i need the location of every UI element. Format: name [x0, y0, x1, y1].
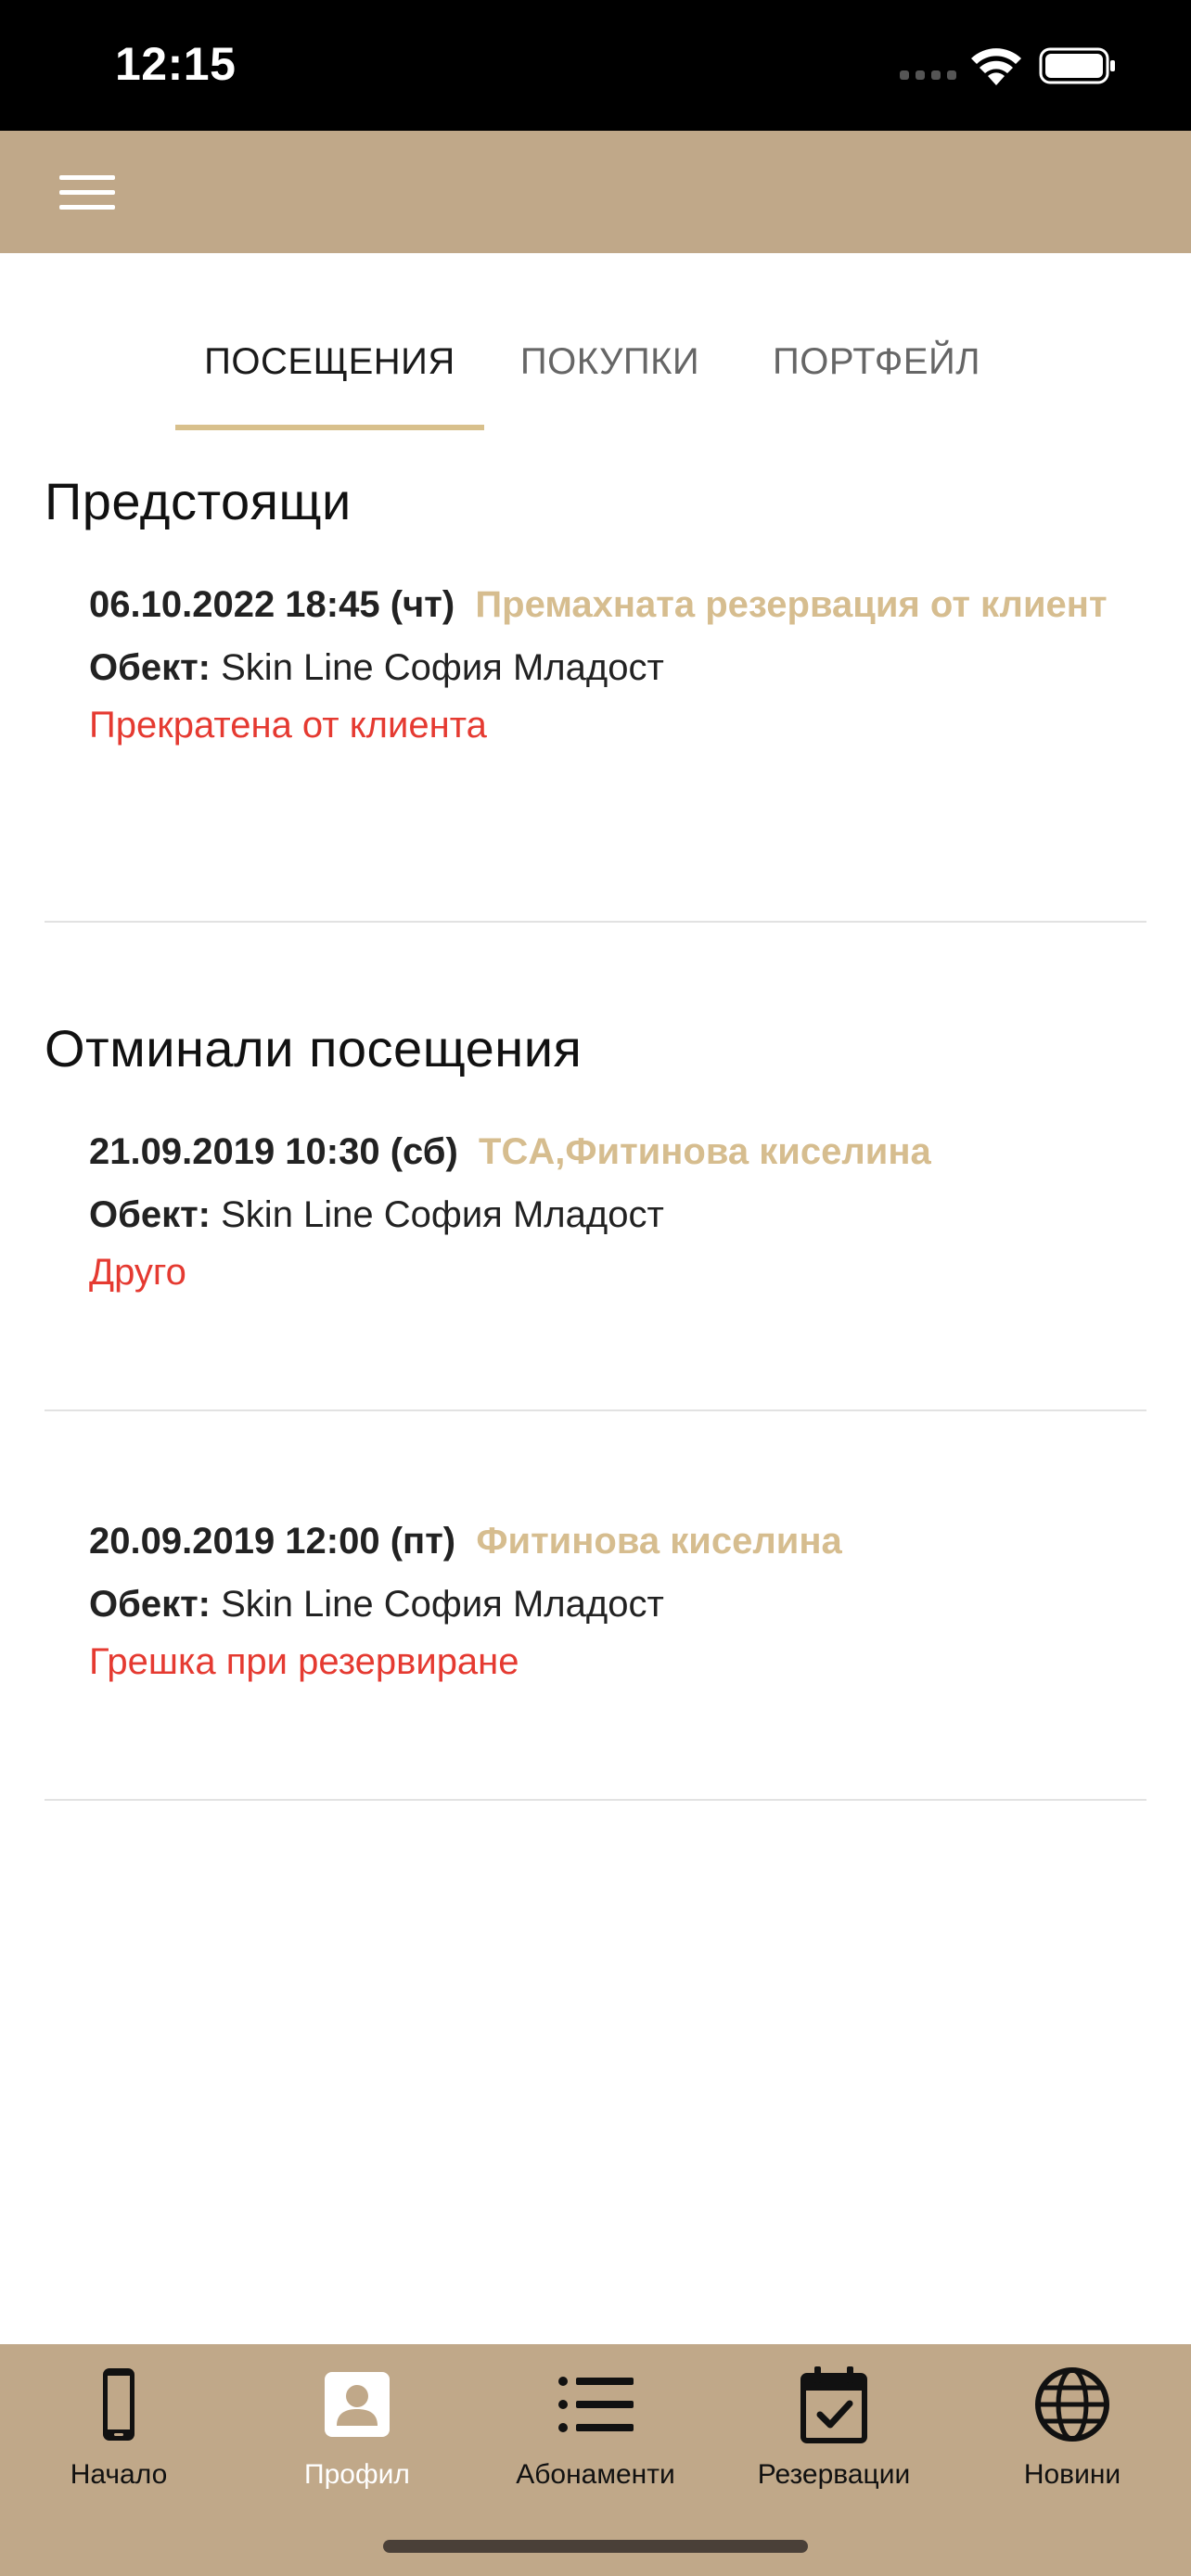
- tab-visits[interactable]: ПОСЕЩЕНИЯ: [175, 325, 484, 431]
- divider: [45, 1799, 1146, 1801]
- menu-icon[interactable]: [59, 172, 115, 212]
- visit-object-value: Skin Line София Младост: [221, 1584, 664, 1625]
- visit-header: 06.10.2022 18:45 (чт) Премахната резерва…: [89, 575, 1137, 634]
- top-nav-bar: [0, 131, 1191, 253]
- visit-object-value: Skin Line София Младост: [221, 647, 664, 688]
- visit-status: Друго: [89, 1252, 186, 1293]
- visit-service: Премахната резервация от клиент: [475, 584, 1108, 625]
- tabbar-item-profile[interactable]: Профил: [238, 2344, 476, 2502]
- divider: [45, 1409, 1146, 1411]
- section-title-upcoming: Предстоящи: [45, 472, 352, 530]
- tabbar-label: Резервации: [757, 2459, 911, 2490]
- wifi-icon: [971, 48, 1021, 85]
- profile-icon: [325, 2372, 390, 2437]
- tabbar-item-home[interactable]: Начало: [0, 2344, 237, 2502]
- list-item[interactable]: 20.09.2019 12:00 (пт) Фитинова киселина …: [89, 1511, 1137, 1686]
- list-item[interactable]: 21.09.2019 10:30 (сб) TCA,Фитинова кисел…: [89, 1122, 1137, 1296]
- visit-date: 21.09.2019 10:30 (сб): [89, 1131, 458, 1172]
- tab-wallet[interactable]: ПОРТФЕЙЛ: [751, 325, 1002, 431]
- visit-object: Обект: Skin Line София Младост: [89, 644, 1137, 692]
- home-indicator: [383, 2540, 808, 2553]
- visit-status: Грешка при резервиране: [89, 1641, 519, 1682]
- tabbar-item-subscriptions[interactable]: Абонаменти: [477, 2344, 714, 2502]
- divider: [45, 921, 1146, 923]
- status-time: 12:15: [115, 38, 237, 90]
- status-bar: 12:15: [0, 0, 1191, 131]
- visit-status: Прекратена от клиента: [89, 705, 487, 746]
- tabbar-label: Начало: [70, 2459, 168, 2490]
- cellular-signal-icon: [900, 70, 956, 80]
- visit-object: Обект: Skin Line София Младост: [89, 1580, 1137, 1628]
- list-item[interactable]: 06.10.2022 18:45 (чт) Премахната резерва…: [89, 575, 1137, 749]
- tabbar-item-news[interactable]: Новини: [954, 2344, 1191, 2502]
- active-tab-indicator: [175, 425, 484, 430]
- tab-purchases[interactable]: ПОКУПКИ: [501, 325, 719, 431]
- visit-object-label: Обект:: [89, 647, 211, 688]
- visit-service: Фитинова киселина: [476, 1521, 842, 1562]
- segment-tabs: ПОСЕЩЕНИЯ ПОКУПКИ ПОРТФЕЙЛ: [0, 325, 1191, 431]
- visit-object-label: Обект:: [89, 1584, 211, 1625]
- visit-header: 20.09.2019 12:00 (пт) Фитинова киселина: [89, 1511, 1137, 1571]
- visit-date: 06.10.2022 18:45 (чт): [89, 584, 455, 625]
- tabbar-label: Профил: [304, 2459, 410, 2490]
- visit-service: TCA,Фитинова киселина: [479, 1131, 931, 1172]
- visit-object-label: Обект:: [89, 1194, 211, 1235]
- tabbar-label: Новини: [1023, 2459, 1121, 2490]
- list-icon: [558, 2377, 634, 2432]
- tabbar-label: Абонаменти: [516, 2459, 675, 2490]
- section-title-past: Отминали посещения: [45, 1019, 583, 1078]
- visit-header: 21.09.2019 10:30 (сб) TCA,Фитинова кисел…: [89, 1122, 1137, 1181]
- battery-icon: [1039, 47, 1115, 84]
- tabbar-item-reservations[interactable]: Резервации: [715, 2344, 953, 2502]
- globe-icon: [1035, 2367, 1109, 2442]
- phone-icon: [103, 2368, 134, 2441]
- calendar-check-icon: [800, 2366, 867, 2443]
- visit-object: Обект: Skin Line София Младост: [89, 1191, 1137, 1239]
- visit-object-value: Skin Line София Младост: [221, 1194, 664, 1235]
- visit-date: 20.09.2019 12:00 (пт): [89, 1521, 456, 1562]
